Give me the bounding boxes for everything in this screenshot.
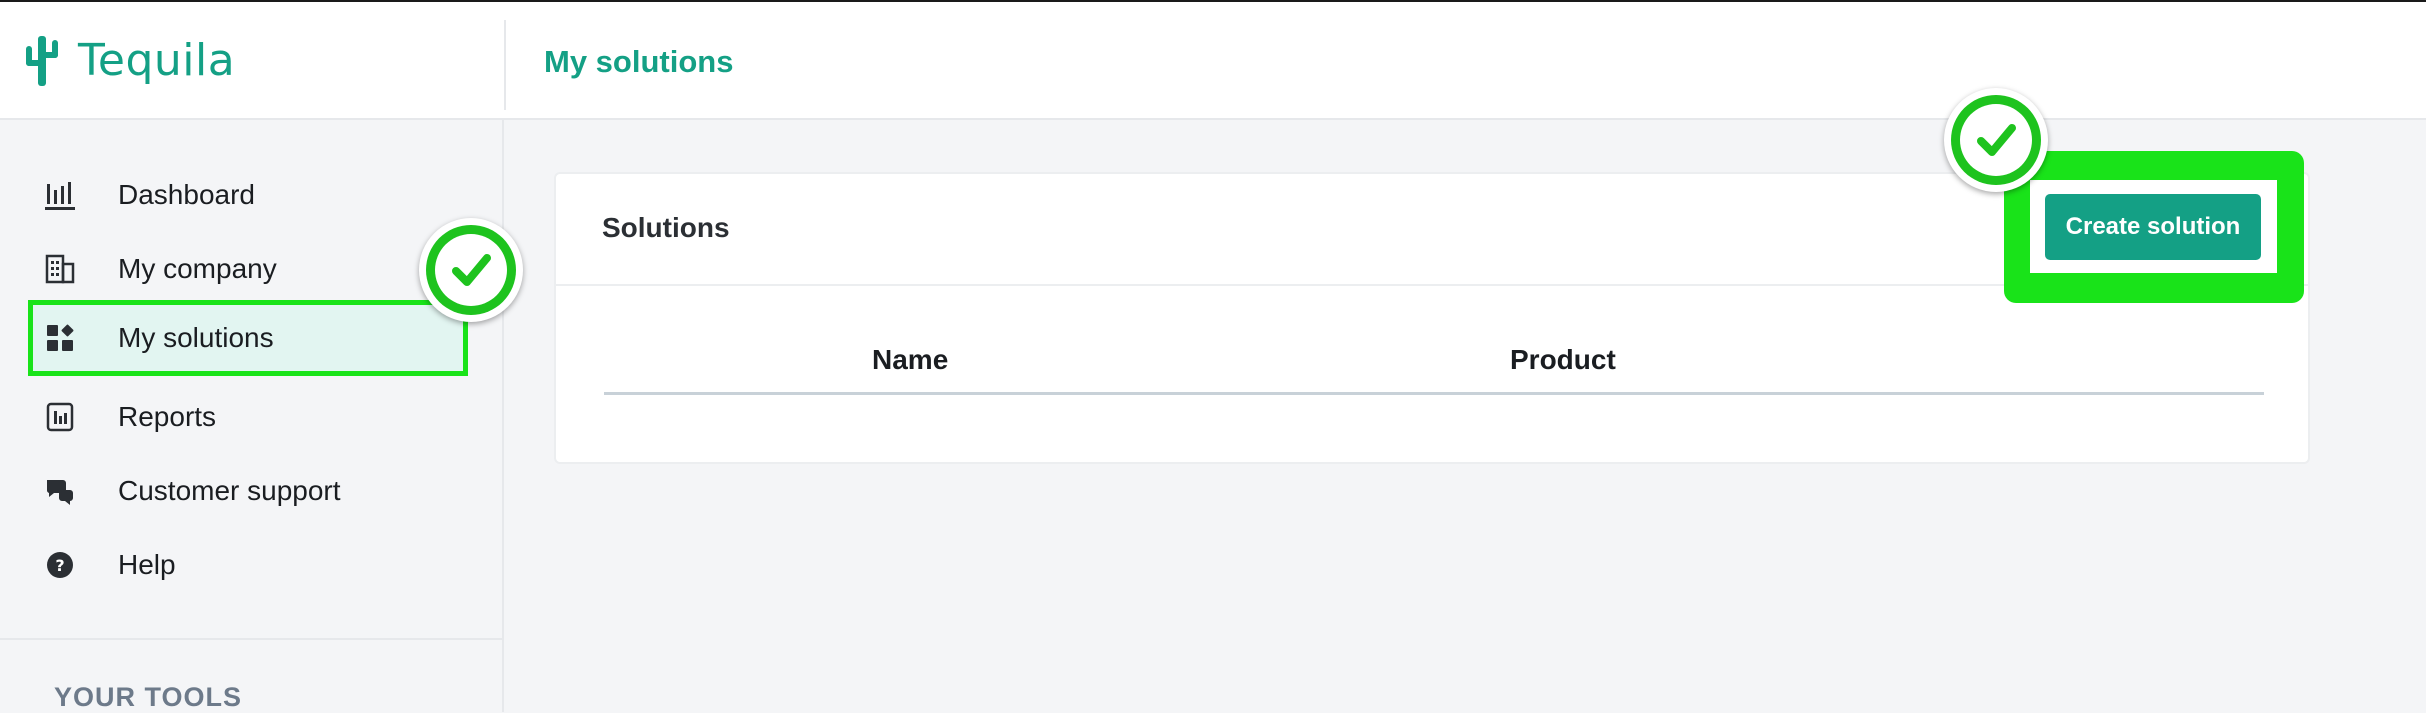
sidebar-item-help[interactable]: ? Help xyxy=(28,532,468,598)
sidebar-item-dashboard[interactable]: Dashboard xyxy=(28,162,468,228)
chat-icon xyxy=(44,475,76,507)
check-badge-icon xyxy=(419,218,523,322)
sidebar-item-label: Customer support xyxy=(118,475,341,506)
sidebar: Dashboard My company My solutions Report… xyxy=(0,120,504,712)
header-divider xyxy=(504,20,506,110)
sidebar-item-label: Dashboard xyxy=(118,179,255,210)
table-header: Name Product xyxy=(604,344,2264,395)
building-icon xyxy=(44,253,76,285)
bar-chart-icon xyxy=(44,179,76,211)
help-icon: ? xyxy=(44,549,76,581)
create-solution-button[interactable]: Create solution xyxy=(2045,194,2261,260)
sidebar-item-label: My solutions xyxy=(118,322,274,353)
sidebar-item-my-company[interactable]: My company xyxy=(28,236,468,302)
check-badge-icon xyxy=(1944,88,2048,192)
cactus-icon xyxy=(26,36,58,86)
section-title-your-tools: YOUR TOOLS xyxy=(54,682,243,712)
sidebar-item-label: My company xyxy=(118,253,277,284)
sidebar-item-customer-support[interactable]: Customer support xyxy=(28,458,468,524)
column-header-product[interactable]: Product xyxy=(1510,344,1616,376)
card-title: Solutions xyxy=(602,212,730,243)
column-header-name[interactable]: Name xyxy=(872,344,948,376)
page-title: My solutions xyxy=(544,44,734,79)
sidebar-divider xyxy=(0,638,502,640)
app-name: Tequila xyxy=(78,34,236,86)
app-logo[interactable]: Tequila xyxy=(22,30,235,90)
svg-text:?: ? xyxy=(55,556,64,575)
sidebar-item-my-solutions[interactable]: My solutions xyxy=(28,300,468,376)
sidebar-item-reports[interactable]: Reports xyxy=(28,384,468,450)
sidebar-item-label: Help xyxy=(118,549,176,580)
grid-icon xyxy=(44,322,76,354)
report-icon xyxy=(44,401,76,433)
sidebar-item-label: Reports xyxy=(118,401,217,432)
top-header: Tequila My solutions xyxy=(0,2,2426,120)
